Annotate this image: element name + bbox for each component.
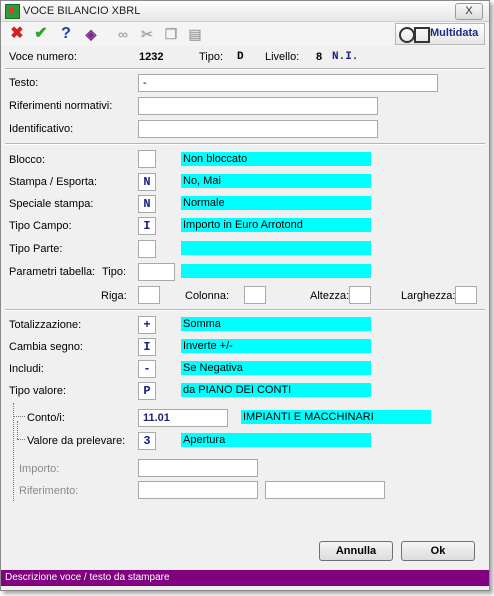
tipo-label: Tipo: [199,51,224,63]
totalizzazione-code-input[interactable]: + [138,316,156,334]
tipo-valore-description: da PIANO DEI CONTI [181,383,371,397]
valore-prelevare-description: Apertura [181,433,371,447]
cambia-segno-label: Cambia segno: [9,341,83,353]
toolbar: ✖ ✔ ? ◈ ∞ ✂ ❐ ▤ Multidata [1,22,489,46]
riferimento-label: Riferimento: [19,485,79,497]
riga-label: Riga: [101,290,127,302]
tree-line [17,439,25,440]
conto-input[interactable]: 11.01 [138,409,228,427]
cambia-segno-description: Inverte +/- [181,339,371,353]
logo-circle-icon [399,27,415,43]
livello-label: Livello: [265,51,300,63]
tipo-campo-code-input[interactable]: I [138,217,156,235]
binoculars-icon[interactable]: ∞ [113,24,133,44]
voce-numero-value: 1232 [139,51,164,63]
tipo-campo-label: Tipo Campo: [9,220,72,232]
colonna-label: Colonna: [185,290,230,302]
separator [5,309,485,311]
totalizzazione-label: Totalizzazione: [9,319,82,331]
blocco-label: Blocco: [9,154,46,166]
importo-input[interactable] [138,459,258,477]
delete-icon[interactable]: ✖ [7,24,27,44]
totalizzazione-description: Somma [181,317,371,331]
riferimento-input-2[interactable] [265,481,385,499]
riferimenti-label: Riferimenti normativi: [9,100,113,112]
tipo-parte-code-input[interactable] [138,240,156,258]
conto-description: IMPIANTI E MACCHINARI [241,410,431,424]
larghezza-input[interactable] [455,286,477,304]
logo-text: Multidata [430,27,479,39]
speciale-code-input[interactable]: N [138,195,156,213]
cut-icon[interactable]: ✂ [137,24,157,44]
testo-input[interactable]: - [138,74,438,92]
riga-input[interactable] [138,286,160,304]
larghezza-label: Larghezza: [401,290,456,302]
dialog-window: VOCE BILANCIO XBRL X ✖ ✔ ? ◈ ∞ ✂ ❐ ▤ Mul… [0,0,490,591]
blocco-code-input[interactable] [138,150,156,168]
edit-icon[interactable]: ◈ [81,24,101,44]
tipo-parte-description [181,241,371,255]
tipo-campo-description: Importo in Euro Arrotond [181,218,371,232]
paste-icon[interactable]: ▤ [185,24,205,44]
tree-line [13,403,14,501]
multidata-logo: Multidata [395,23,485,45]
separator [5,68,485,70]
close-button[interactable]: X [455,3,483,20]
annulla-button[interactable]: Annulla [319,541,393,561]
tipo-value: D [237,51,244,63]
tipo-valore-label: Tipo valore: [9,385,67,397]
confirm-icon[interactable]: ✔ [31,24,51,44]
copy-icon[interactable]: ❐ [161,24,181,44]
altezza-label: Altezza: [310,290,350,302]
status-bar: Descrizione voce / testo da stampare [1,570,489,586]
tree-line [17,421,18,439]
includi-description: Se Negativa [181,361,371,375]
logo-square-icon [414,27,430,43]
title-bar: VOCE BILANCIO XBRL X [1,1,489,22]
window-title: VOCE BILANCIO XBRL [23,5,141,17]
colonna-input[interactable] [244,286,266,304]
app-icon [5,4,20,19]
voce-numero-label: Voce numero: [9,51,77,63]
conto-label: Conto/i: [27,412,65,424]
altezza-input[interactable] [349,286,371,304]
stampa-code-input[interactable]: N [138,173,156,191]
blocco-description: Non bloccato [181,152,371,166]
riferimenti-input[interactable] [138,97,378,115]
includi-label: Includi: [9,363,44,375]
includi-code-input[interactable]: - [138,360,156,378]
tipo-parte-label: Tipo Parte: [9,243,63,255]
stampa-description: No, Mai [181,174,371,188]
tree-line [13,416,25,417]
testo-label: Testo: [9,77,39,89]
speciale-label: Speciale stampa: [9,198,94,210]
parametri-tipo-label: Tipo: [102,266,127,278]
identificativo-label: Identificativo: [9,123,74,135]
cambia-segno-code-input[interactable]: I [138,338,156,356]
parametri-tabella-label: Parametri tabella: [9,266,96,278]
help-icon[interactable]: ? [56,24,76,44]
parametri-tipo-input[interactable] [138,263,175,281]
valore-prelevare-label: Valore da prelevare: [27,435,126,447]
riferimento-input-1[interactable] [138,481,258,499]
parametri-tipo-description [181,264,371,278]
speciale-description: Normale [181,196,371,210]
importo-label: Importo: [19,463,60,475]
livello-value: 8 [316,51,323,63]
separator [5,143,485,145]
ni-value: N.I. [332,51,359,63]
ok-button[interactable]: Ok [401,541,475,561]
stampa-label: Stampa / Esporta: [9,176,98,188]
valore-prelevare-code-input[interactable]: 3 [138,432,156,450]
tipo-valore-code-input[interactable]: P [138,382,156,400]
identificativo-input[interactable] [138,120,378,138]
